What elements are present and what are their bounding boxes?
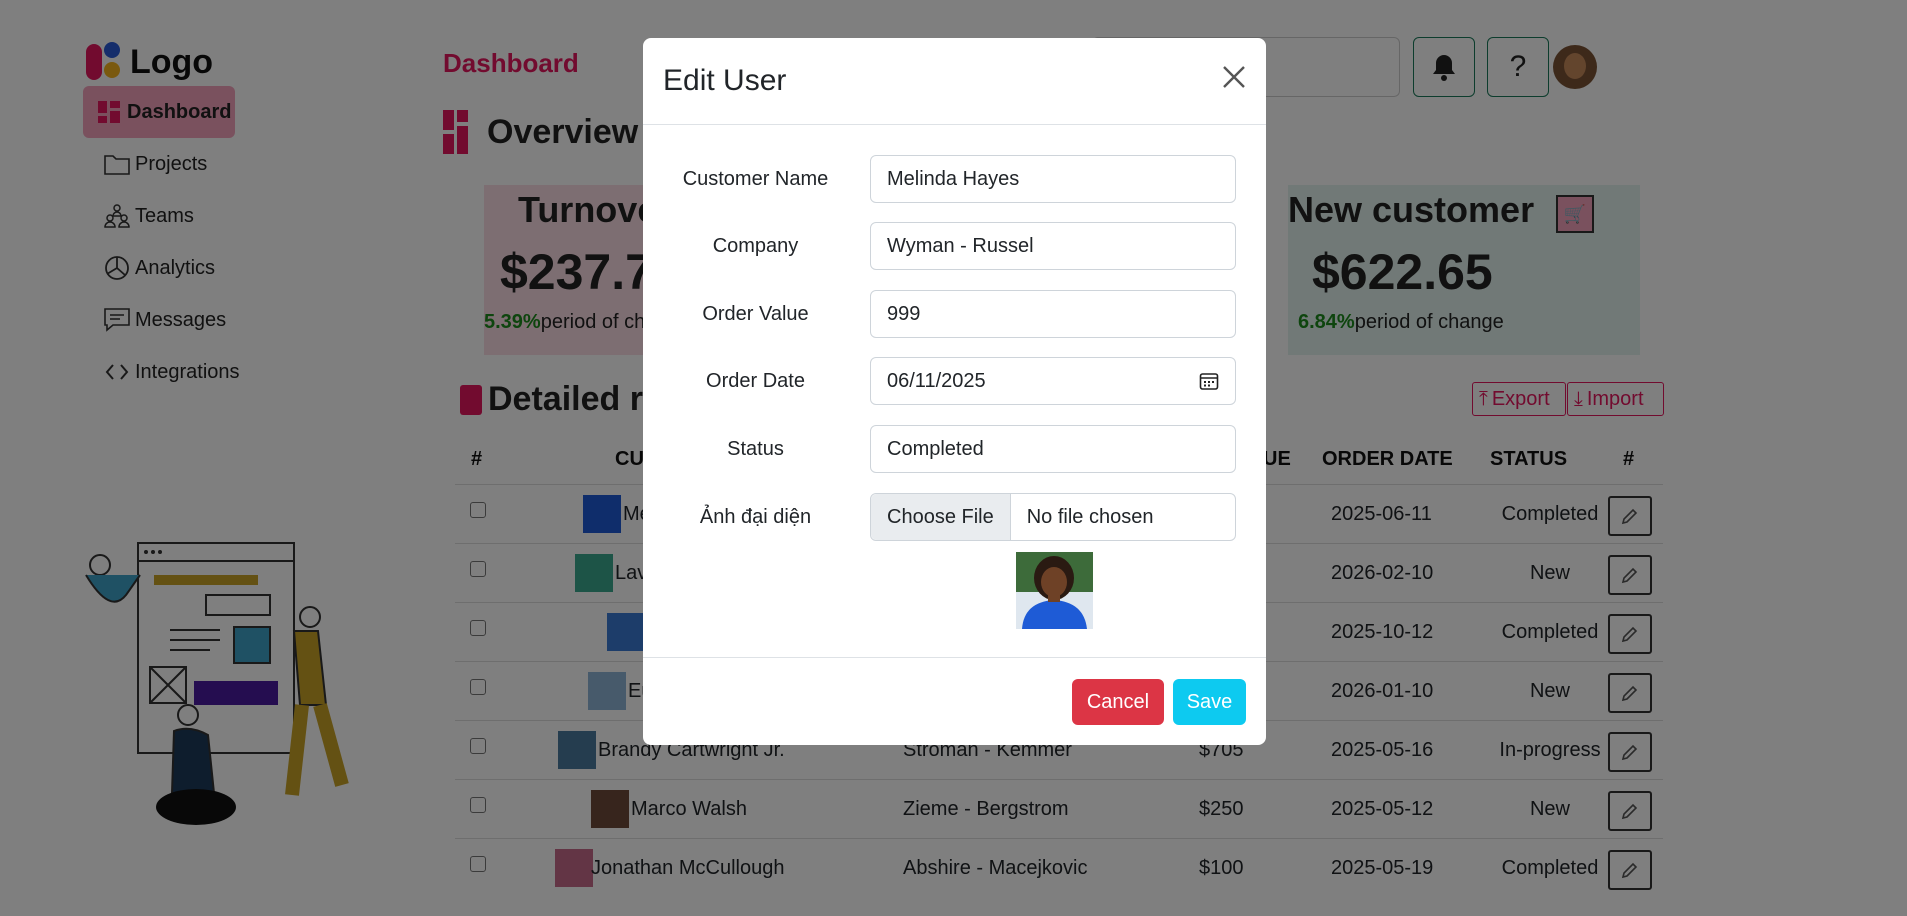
- company-field[interactable]: Wyman - Russel: [870, 222, 1236, 270]
- field-label: Customer Name: [682, 168, 829, 190]
- status-row: Status Completed: [643, 425, 1266, 473]
- avatar-preview: [1016, 552, 1093, 629]
- save-button[interactable]: Save: [1173, 679, 1246, 725]
- modal-footer: Cancel Save: [643, 657, 1266, 745]
- order-value-field[interactable]: 999: [870, 290, 1236, 338]
- field-label: Ảnh đại diện: [699, 506, 812, 528]
- order-date-field[interactable]: 06/11/2025: [870, 357, 1236, 405]
- avatar-file-input[interactable]: Choose File No file chosen: [870, 493, 1236, 541]
- field-label: Company: [712, 235, 799, 257]
- field-label: Status: [727, 438, 784, 460]
- company-row: Company Wyman - Russel: [643, 222, 1266, 270]
- order-date-row: Order Date 06/11/2025: [643, 357, 1266, 405]
- order-value-row: Order Value 999: [643, 290, 1266, 338]
- customer-name-row: Customer Name Melinda Hayes: [643, 155, 1266, 203]
- modal-header: Edit User: [643, 38, 1266, 125]
- close-button[interactable]: [1219, 64, 1249, 94]
- cancel-button[interactable]: Cancel: [1072, 679, 1164, 725]
- choose-file-button[interactable]: Choose File: [871, 494, 1011, 540]
- close-icon: [1223, 66, 1245, 88]
- customer-name-field[interactable]: Melinda Hayes: [870, 155, 1236, 203]
- order-date-value: 06/11/2025: [887, 369, 986, 392]
- field-label: Order Value: [702, 303, 809, 325]
- edit-user-modal: Edit User Customer Name Melinda Hayes Co…: [643, 38, 1266, 745]
- file-status-text: No file chosen: [1026, 505, 1154, 528]
- field-label: Order Date: [706, 370, 805, 392]
- calendar-icon[interactable]: [1199, 371, 1219, 391]
- modal-title: Edit User: [663, 64, 787, 97]
- status-field[interactable]: Completed: [870, 425, 1236, 473]
- avatar-upload-row: Ảnh đại diện Choose File No file chosen: [643, 493, 1266, 541]
